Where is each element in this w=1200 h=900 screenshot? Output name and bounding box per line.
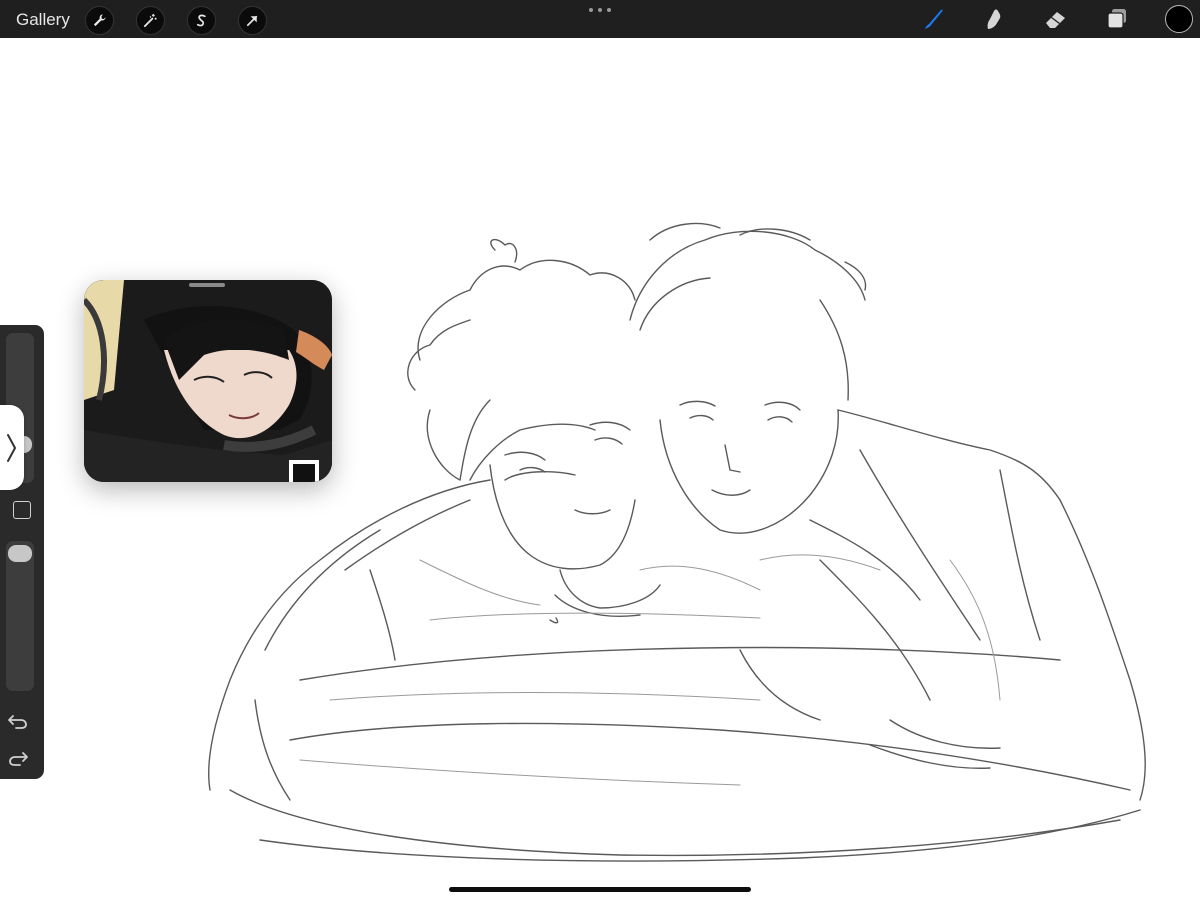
opacity-thumb[interactable] [8,545,32,562]
top-toolbar: Gallery [0,0,1200,38]
reference-image [84,280,332,482]
transform-button[interactable] [238,6,267,35]
brush-icon[interactable] [921,6,947,32]
chevron-right-icon [7,434,16,462]
selection-s-icon [196,14,206,27]
eraser-icon[interactable] [1043,6,1069,32]
opacity-slider[interactable] [6,541,34,691]
reference-drag-handle[interactable] [189,283,225,287]
adjustments-wand-button[interactable] [136,6,165,35]
sidebar-collapse-tab[interactable] [0,405,24,490]
undo-icon[interactable] [6,711,30,731]
more-options-dots[interactable] [589,8,611,14]
home-indicator[interactable] [449,887,751,892]
selection-button[interactable] [187,6,216,35]
wrench-icon [93,14,106,27]
transform-arrow-icon [246,15,258,27]
layers-icon[interactable] [1104,6,1130,32]
redo-icon[interactable] [6,748,30,768]
gallery-button[interactable]: Gallery [16,10,70,30]
magic-wand-icon [143,13,157,28]
reference-window[interactable] [84,280,332,482]
modify-button[interactable] [13,501,31,519]
actions-wrench-button[interactable] [85,6,114,35]
side-toolbar [0,325,44,779]
color-picker-swatch[interactable] [1165,5,1193,33]
smudge-icon[interactable] [981,6,1007,32]
